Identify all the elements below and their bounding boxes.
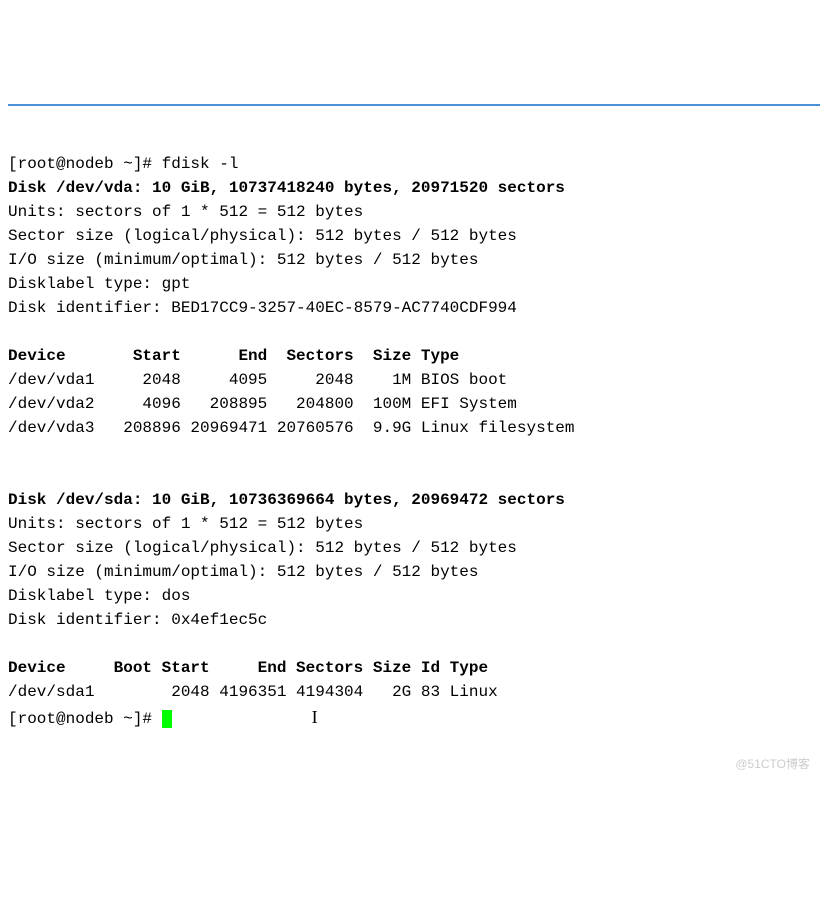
table-row: /dev/vda3 208896 20969471 20760576 9.9G …	[8, 419, 575, 437]
disk2-table-header: Device Boot Start End Sectors Size Id Ty…	[8, 659, 488, 677]
disk1-identifier: Disk identifier: BED17CC9-3257-40EC-8579…	[8, 299, 517, 317]
disk1-io-size: I/O size (minimum/optimal): 512 bytes / …	[8, 251, 478, 269]
prompt-line-2: [root@nodeb ~]# I	[8, 710, 318, 728]
disk2-header: Disk /dev/sda: 10 GiB, 10736369664 bytes…	[8, 491, 565, 509]
prompt-2: [root@nodeb ~]#	[8, 710, 162, 728]
terminal-cursor[interactable]	[162, 710, 172, 728]
table-row: /dev/vda1 2048 4095 2048 1M BIOS boot	[8, 371, 507, 389]
disk2-label-type: Disklabel type: dos	[8, 587, 190, 605]
disk2-identifier: Disk identifier: 0x4ef1ec5c	[8, 611, 267, 629]
prompt-1: [root@nodeb ~]#	[8, 155, 162, 173]
table-row: /dev/vda2 4096 208895 204800 100M EFI Sy…	[8, 395, 517, 413]
disk1-sector-size: Sector size (logical/physical): 512 byte…	[8, 227, 517, 245]
table-row: /dev/sda1 2048 4196351 4194304 2G 83 Lin…	[8, 683, 498, 701]
text-caret-icon: I	[312, 704, 318, 731]
disk1-units: Units: sectors of 1 * 512 = 512 bytes	[8, 203, 363, 221]
terminal-output: [root@nodeb ~]# fdisk -l Disk /dev/vda: …	[8, 152, 820, 731]
disk1-header: Disk /dev/vda: 10 GiB, 10737418240 bytes…	[8, 179, 565, 197]
disk2-sector-size: Sector size (logical/physical): 512 byte…	[8, 539, 517, 557]
disk2-units: Units: sectors of 1 * 512 = 512 bytes	[8, 515, 363, 533]
watermark: @51CTO博客	[735, 755, 810, 773]
disk2-io-size: I/O size (minimum/optimal): 512 bytes / …	[8, 563, 478, 581]
disk1-label-type: Disklabel type: gpt	[8, 275, 190, 293]
prompt-line-1: [root@nodeb ~]# fdisk -l	[8, 155, 238, 173]
window-top-border	[8, 104, 820, 106]
disk1-table-header: Device Start End Sectors Size Type	[8, 347, 459, 365]
command-fdisk: fdisk -l	[162, 155, 239, 173]
